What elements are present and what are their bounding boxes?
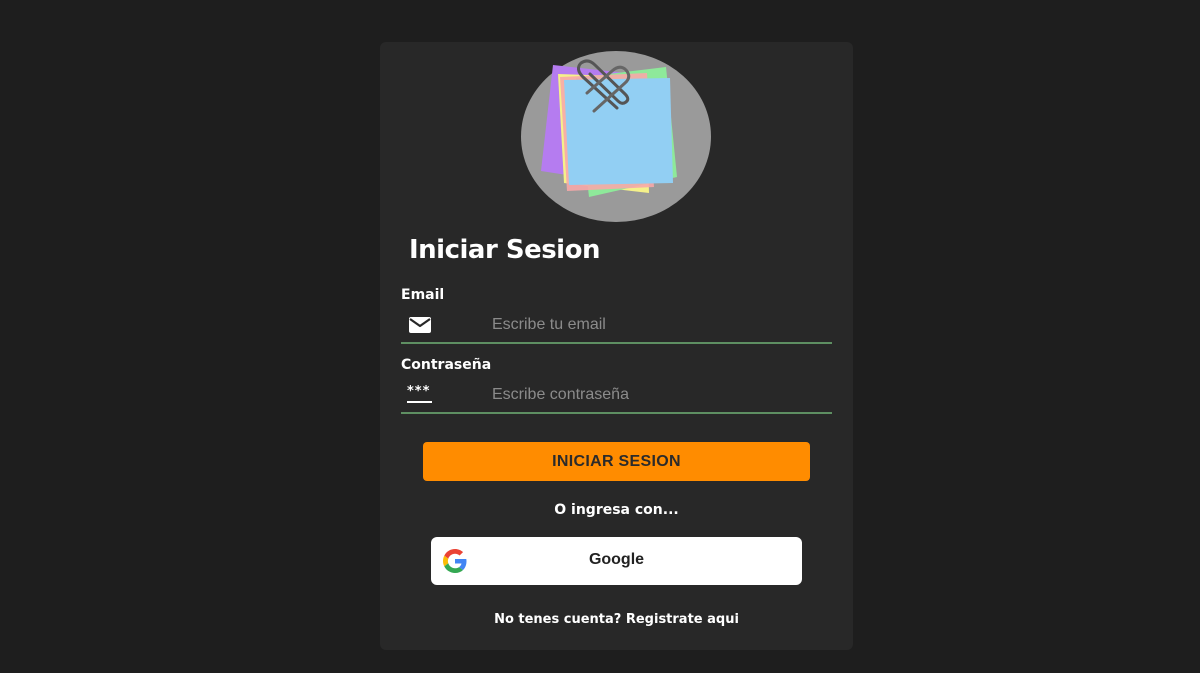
- register-prompt-text: No tenes cuenta?: [494, 612, 626, 627]
- password-field: ***: [401, 378, 832, 414]
- email-label: Email: [401, 287, 445, 303]
- register-prompt: No tenes cuenta? Registrate aqui: [380, 612, 853, 627]
- google-button-label: Google: [588, 551, 645, 568]
- google-login-button[interactable]: Google: [431, 537, 802, 585]
- password-label: Contraseña: [401, 357, 492, 373]
- email-input[interactable]: [490, 311, 824, 339]
- password-icon-glyph: ***: [407, 384, 431, 399]
- sticky-notes-logo: [521, 51, 711, 222]
- password-input[interactable]: [490, 381, 824, 409]
- password-asterisks-icon: ***: [407, 384, 433, 408]
- email-field: [401, 308, 832, 344]
- login-card: Iniciar Sesion Email Contraseña *** INIC…: [380, 42, 853, 650]
- page-title: Iniciar Sesion: [409, 235, 600, 265]
- login-button[interactable]: INICIAR SESION: [423, 442, 810, 481]
- register-link[interactable]: Registrate aqui: [626, 612, 739, 627]
- envelope-icon: [407, 314, 433, 336]
- alt-login-text: O ingresa con...: [554, 502, 679, 518]
